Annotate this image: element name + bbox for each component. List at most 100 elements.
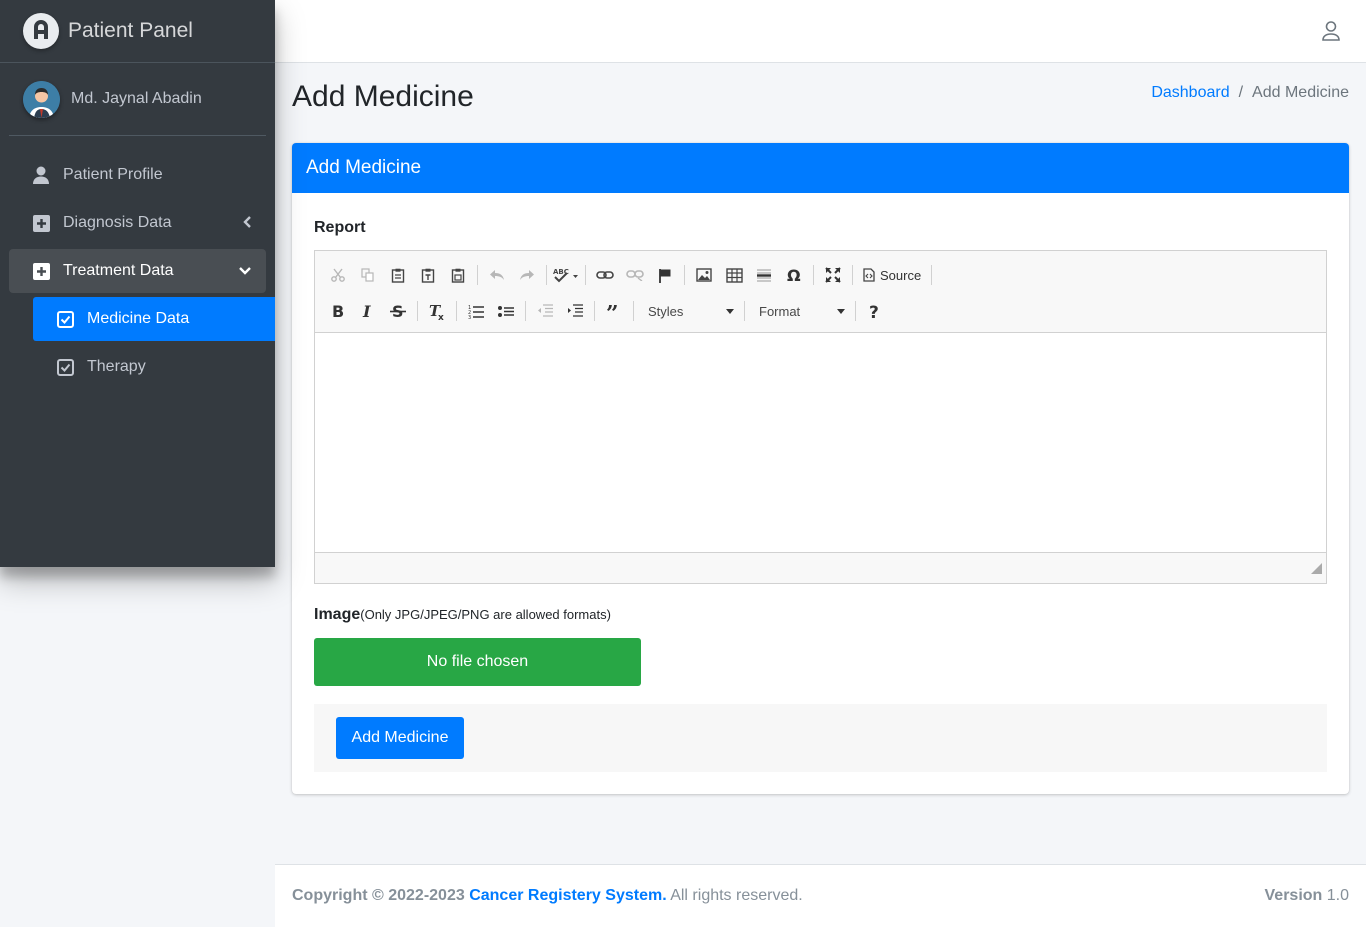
copyright: Copyright © 2022-2023 Cancer Registery S… — [292, 887, 803, 905]
caret-down-icon — [837, 308, 845, 314]
image-label-text: Image — [314, 606, 361, 623]
toolbar-separator — [585, 265, 586, 285]
indent-icon[interactable] — [562, 298, 588, 324]
strike-icon[interactable]: S — [385, 298, 411, 324]
italic-icon[interactable]: I — [355, 298, 381, 324]
source-button[interactable]: Source — [859, 262, 925, 288]
svg-text:?: ? — [869, 303, 879, 320]
redo-icon[interactable] — [514, 262, 540, 288]
image-format-hint: (Only JPG/JPEG/PNG are allowed formats) — [360, 607, 611, 622]
rich-text-editor: ABC Ω Source B I S T x 1 2 3 Styles Form… — [314, 250, 1327, 584]
cut-icon[interactable] — [325, 262, 351, 288]
styles-label: Styles — [648, 303, 684, 319]
plus-square-icon — [31, 213, 51, 233]
system-name-link[interactable]: Cancer Registery System. — [469, 887, 666, 904]
paste-icon[interactable] — [385, 262, 411, 288]
sidebar-item-therapy[interactable]: Therapy — [33, 345, 275, 389]
help-icon[interactable]: ? — [862, 298, 888, 324]
editor-toolbar: ABC Ω Source B I S T x 1 2 3 Styles Form… — [315, 251, 1326, 333]
brand-logo-icon — [23, 13, 59, 49]
sidebar-item-treatment-data[interactable]: Treatment Data — [9, 249, 266, 293]
page-footer: Copyright © 2022-2023 Cancer Registery S… — [275, 864, 1366, 927]
user-panel[interactable]: Md. Jaynal Abadin — [9, 63, 266, 136]
sidebar-item-medicine-data[interactable]: Medicine Data — [33, 297, 275, 341]
sidebar-item-label: Diagnosis Data — [63, 214, 172, 231]
svg-text:”: ” — [606, 305, 619, 317]
toolbar-separator — [525, 301, 526, 321]
source-label: Source — [880, 267, 922, 283]
sidebar: Patient Panel Md. Jaynal Abadin Patient … — [0, 0, 275, 567]
svg-text:x: x — [438, 313, 444, 320]
numbered-list-icon[interactable]: 123 — [463, 298, 489, 324]
styles-dropdown[interactable]: Styles — [640, 298, 738, 324]
bold-icon[interactable]: B — [325, 298, 351, 324]
breadcrumb-current: Add Medicine — [1252, 84, 1349, 101]
paste-text-icon[interactable] — [415, 262, 441, 288]
sidebar-item-label: Medicine Data — [87, 310, 190, 327]
table-icon[interactable] — [721, 262, 747, 288]
toolbar-separator — [594, 301, 595, 321]
user-icon — [31, 165, 51, 185]
editor-bottom-bar — [315, 553, 1326, 583]
version-label: Version — [1264, 887, 1323, 904]
brand-title: Patient Panel — [68, 19, 193, 42]
sidebar-item-label: Patient Profile — [63, 166, 163, 183]
toolbar-separator — [852, 265, 853, 285]
file-input[interactable]: No file chosen — [314, 638, 641, 686]
top-navbar — [275, 0, 1366, 63]
sidebar-item-diagnosis-data[interactable]: Diagnosis Data — [9, 201, 266, 245]
user-name: Md. Jaynal Abadin — [71, 90, 202, 107]
remove-format-icon[interactable]: Tx — [424, 298, 450, 324]
resize-handle-icon[interactable] — [1311, 561, 1322, 579]
horizontal-line-icon[interactable] — [751, 262, 777, 288]
caret-down-icon — [726, 308, 734, 314]
toolbar-separator — [417, 301, 418, 321]
copyright-rights: All rights reserved. — [666, 887, 803, 904]
breadcrumb-separator: / — [1238, 84, 1244, 101]
source-icon — [863, 268, 875, 282]
bulleted-list-icon[interactable] — [493, 298, 519, 324]
link-icon[interactable] — [592, 262, 618, 288]
treatment-submenu: Medicine Data Therapy — [33, 297, 275, 389]
svg-text:B: B — [332, 303, 344, 319]
sidebar-item-label: Therapy — [87, 358, 146, 375]
toolbar-separator — [931, 265, 933, 285]
avatar — [23, 80, 60, 118]
outdent-icon[interactable] — [532, 298, 558, 324]
unlink-icon[interactable] — [622, 262, 648, 288]
svg-text:I: I — [362, 303, 371, 319]
add-medicine-card: Add Medicine Report ABC Ω Source B I S T… — [292, 143, 1349, 794]
brand-link[interactable]: Patient Panel — [0, 0, 275, 63]
version-info: Version 1.0 — [1265, 887, 1350, 905]
maximize-icon[interactable] — [820, 262, 846, 288]
editor-content-area[interactable] — [315, 333, 1326, 553]
special-char-icon[interactable]: Ω — [781, 262, 807, 288]
spellcheck-icon[interactable]: ABC — [553, 262, 579, 288]
format-dropdown[interactable]: Format — [751, 298, 849, 324]
toolbar-separator — [633, 301, 634, 321]
image-label: Image(Only JPG/JPEG/PNG are allowed form… — [314, 606, 611, 624]
svg-text:3: 3 — [468, 315, 471, 319]
toolbar-separator — [546, 265, 547, 285]
card-title: Add Medicine — [292, 143, 1349, 193]
toolbar-separator — [855, 301, 856, 321]
anchor-flag-icon[interactable] — [652, 262, 678, 288]
copy-icon[interactable] — [355, 262, 381, 288]
toolbar-separator — [684, 265, 685, 285]
add-medicine-button[interactable]: Add Medicine — [336, 717, 464, 759]
svg-text:Ω: Ω — [787, 267, 801, 283]
check-square-icon — [55, 309, 75, 329]
breadcrumb-dashboard-link[interactable]: Dashboard — [1151, 84, 1229, 101]
chevron-down-icon — [238, 263, 252, 281]
sidebar-item-label: Treatment Data — [63, 262, 174, 279]
toolbar-separator — [456, 301, 457, 321]
sidebar-nav: Patient Profile Diagnosis Data Treatment… — [0, 153, 275, 389]
undo-icon[interactable] — [484, 262, 510, 288]
check-square-icon — [55, 357, 75, 377]
breadcrumb: Dashboard / Add Medicine — [1151, 84, 1349, 102]
sidebar-item-patient-profile[interactable]: Patient Profile — [9, 153, 266, 197]
image-icon[interactable] — [691, 262, 717, 288]
user-menu-icon[interactable] — [1322, 21, 1340, 46]
blockquote-icon[interactable]: ” — [601, 298, 627, 324]
paste-word-icon[interactable] — [445, 262, 471, 288]
